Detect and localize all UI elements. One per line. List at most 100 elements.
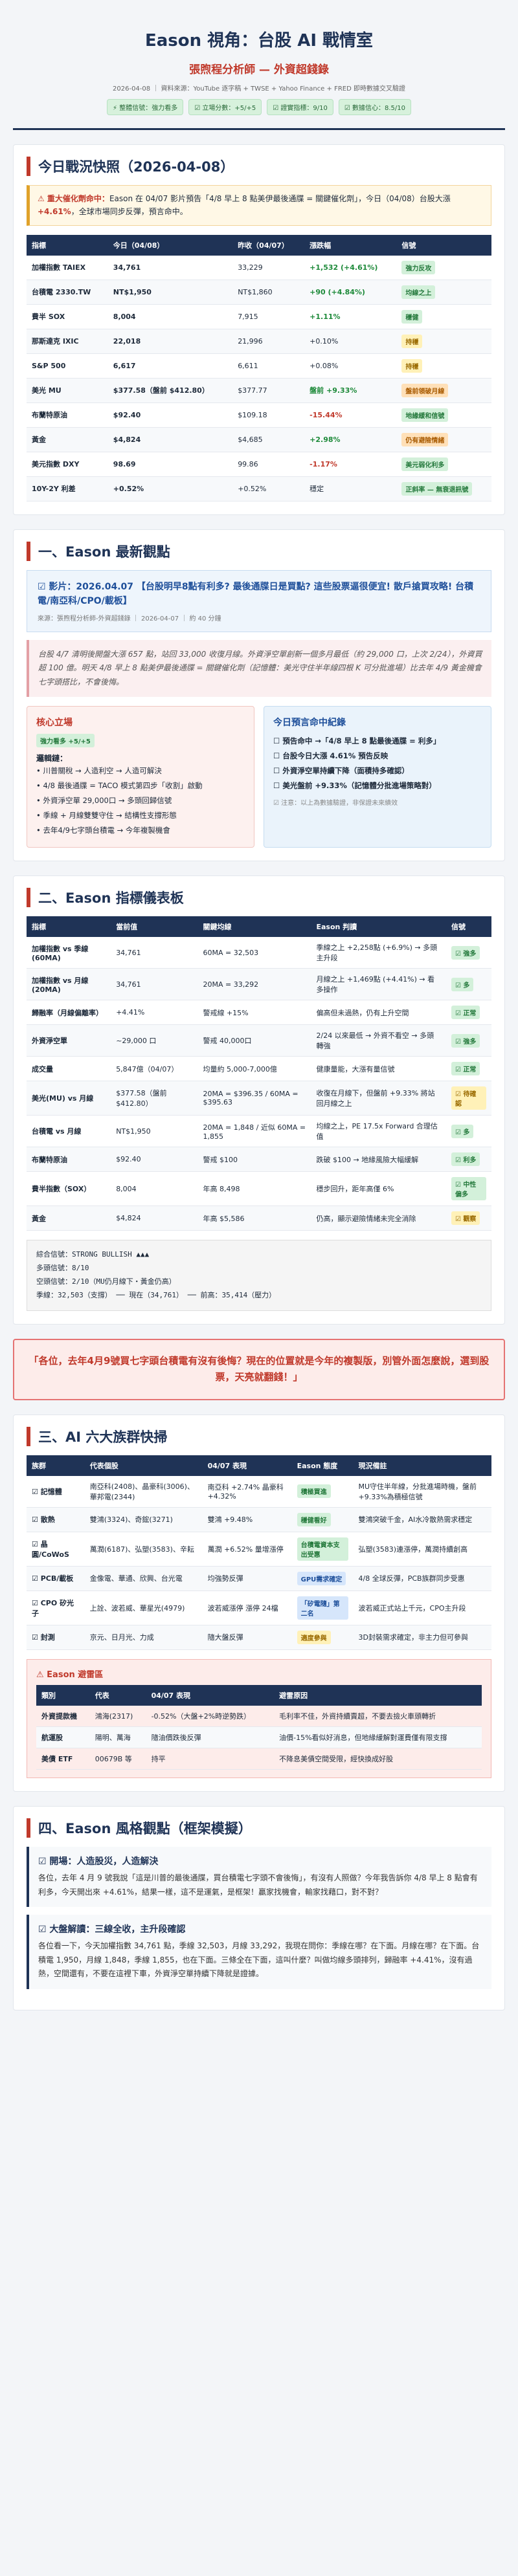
snapshot-section: 今日戰況快照（2026-04-08） ⚠ 重大催化劑命中：Eason 在 04/… xyxy=(13,144,505,515)
logic-item: 川普關稅 → 人造利空 → 人造可解決 xyxy=(36,764,245,778)
prev-value: +0.52% xyxy=(232,476,305,501)
logic-chain-list: 川普關稅 → 人造利空 → 人造可解決4/8 最後通牒 = TACO 模式第四步… xyxy=(36,764,245,838)
key-ma: 20MA = $396.35 / 60MA = $395.63 xyxy=(197,1081,311,1116)
video-card[interactable]: ☑ 影片：2026.04.07 【台股明早8點有利多? 最後通牒日是買點? 這些… xyxy=(27,569,491,632)
signal-tag: ☑ 強多 xyxy=(451,945,480,960)
avoid-performance: -0.52%（大盤+2%時逆勢跌） xyxy=(146,1705,275,1727)
change-value: 盤前 +9.33% xyxy=(304,378,397,403)
table-row: 外資提款機 鴻海(2317) -0.52%（大盤+2%時逆勢跌） 毛利率不佳，外資持續… xyxy=(36,1705,482,1727)
performance: 波若威漲停 漲停 24檔 xyxy=(202,1591,292,1625)
signal-tag: ☑ 利多 xyxy=(451,1152,480,1167)
prediction-item: 台股今日大漲 4.61% 預告反映 xyxy=(273,749,482,764)
page-subtitle: 張煦程分析師 — 外資超錢錄 xyxy=(189,63,329,76)
signal-tag: ☑ 正常 xyxy=(451,1062,480,1076)
stance-badge: ☑ 立場分數：+5/+5 xyxy=(188,99,262,115)
views-section: 一、Eason 最新觀點 ☑ 影片：2026.04.07 【台股明早8點有利多?… xyxy=(13,529,505,862)
table-row: ☑ 記憶體 南亞科(2408)、晶豪科(3006)、華邦電(2344) 南亞科 +2… xyxy=(27,1475,491,1508)
table-row: 10Y-2Y 利差 +0.52% +0.52% 穩定 正斜率 — 無衰退訊號 xyxy=(27,476,491,501)
signal-tag: 強力反攻 xyxy=(401,260,436,274)
signal-cell: ☑ 正常 xyxy=(445,1000,491,1026)
signal-cell: 均線之上 xyxy=(396,280,491,305)
signal-cell: 美元弱化利多 xyxy=(396,452,491,477)
today-value: 22,018 xyxy=(107,329,233,354)
signal-cell: 正斜率 — 無衰退訊號 xyxy=(396,476,491,501)
table-row: 台積電 2330.TW NT$1,950 NT$1,860 +90 (+4.84%) 均… xyxy=(27,280,491,305)
indicator-name: 美元指數 DXY xyxy=(27,452,108,477)
column-header: 當前值 xyxy=(111,916,198,938)
eason-reading: 月線之上 +1,469點 (+4.41%) → 看多操作 xyxy=(311,968,446,1001)
indicator-name: 那斯達克 IXIC xyxy=(27,329,108,354)
page-title: Eason 視角：台股 AI 戰情室 xyxy=(144,31,374,50)
indicator-name: 10Y-2Y 利差 xyxy=(27,476,108,501)
today-value: NT$1,950 xyxy=(107,280,233,305)
indicator-name: 台積電 vs 月線 xyxy=(27,1115,111,1148)
video-title[interactable]: ☑ 影片：2026.04.07 【台股明早8點有利多? 最後通牒日是買點? 這些… xyxy=(38,580,480,609)
avoid-category: 航運股 xyxy=(36,1726,90,1748)
signal-line: 空頭信號：2/10（MU仍月線下・黃金仍高） xyxy=(36,1277,176,1286)
prev-value: 21,996 xyxy=(232,329,305,354)
representative-stocks: 京元、日月光、力成 xyxy=(84,1625,203,1650)
prev-value: $4,685 xyxy=(232,427,305,452)
signal-tag: ☑ 多 xyxy=(451,1124,474,1138)
indicator-name: 外資淨空單 xyxy=(27,1024,111,1057)
status-note: MU守住半年線，分批進場時機，盤前+9.33%為積極信號 xyxy=(353,1475,491,1508)
table-row: 黃金 $4,824 年高 $5,586 仍高，顯示避險情緒未完全消除 ☑ 觀察 xyxy=(27,1205,491,1231)
key-ma: 60MA = 32,503 xyxy=(197,937,311,969)
video-meta: 來源：張煦程分析師-外資超錢錄 ｜ 2026-04-07 ｜ 約 40 分鐘 xyxy=(38,615,221,622)
report-header: Eason 視角：台股 AI 戰情室 張煦程分析師 — 外資超錢錄 2026-0… xyxy=(13,9,505,130)
signal-tag: ☑ 強多 xyxy=(451,1033,480,1048)
change-value: +0.10% xyxy=(304,329,397,354)
indicator-name: 成交量 xyxy=(27,1056,111,1082)
column-header: 指標 xyxy=(27,234,108,256)
indicator-table: 指標 當前值 關鍵均線 Eason 判讀 信號 加權指數 vs 季線 (60MA) 34,… xyxy=(27,916,491,1231)
prev-value: 6,611 xyxy=(232,353,305,379)
change-value: +2.98% xyxy=(304,427,397,452)
signal-summary: 綜合信號：STRONG BULLISH ▲▲▲ 多頭信號：8/10 空頭信號：2/1… xyxy=(27,1240,491,1311)
signal-cell: ☑ 強多 xyxy=(445,1024,491,1057)
key-ma: 警戒線 +15% xyxy=(197,1000,311,1026)
column-header: 類別 xyxy=(36,1684,90,1706)
column-header: 指標 xyxy=(27,916,111,938)
current-value: $377.58（盤前 $412.80） xyxy=(111,1081,198,1116)
attitude-tag: 適度參與 xyxy=(297,1630,331,1644)
avoid-category: 外資提款機 xyxy=(36,1705,90,1727)
prev-value: 99.86 xyxy=(232,452,305,477)
signal-cell: ☑ 正常 xyxy=(445,1056,491,1082)
current-value: 8,004 xyxy=(111,1171,198,1207)
signal-cell: 盤前領破月線 xyxy=(396,378,491,403)
table-row: 歸融率（月線偏離率） +4.41% 警戒線 +15% 偏高但未過熱，仍有上升空間 ☑ 正… xyxy=(27,1000,491,1026)
avoid-reason: 油價-15%看似好消息，但地緣緩解對運費僅有限支撐 xyxy=(274,1726,482,1748)
column-header: 信號 xyxy=(396,234,491,256)
signal-cell: ☑ 待確認 xyxy=(445,1081,491,1116)
sector-name: ☑ PCB/載板 xyxy=(27,1566,85,1591)
column-header: 代表 xyxy=(89,1684,146,1706)
indicator-name: 加權指數 vs 月線 (20MA) xyxy=(27,968,111,1001)
alert-text: Eason 在 04/07 影片預告「4/8 早上 8 點美伊最後通牒 = 關鍵… xyxy=(109,194,451,203)
today-value: 6,617 xyxy=(107,353,233,379)
signal-tag: 均線之上 xyxy=(401,285,436,299)
signal-tag: ☑ 中性偏多 xyxy=(451,1177,486,1201)
table-row: 費半指數（SOX） 8,004 年高 8,498 穩步回升，距年高僅 6% ☑ 中性偏多 xyxy=(27,1171,491,1207)
performance: 均強勢反彈 xyxy=(202,1566,292,1591)
attitude-tag: 積極買進 xyxy=(297,1484,331,1499)
logic-chain-label: 邏輯鏈： xyxy=(36,754,68,764)
indicator-name: 台積電 2330.TW xyxy=(27,280,108,305)
prev-value: NT$1,860 xyxy=(232,280,305,305)
key-ma: 均量約 5,000-7,000億 xyxy=(197,1056,311,1082)
card-title: ☑ 大盤解讀：三線全收，主升段確認 xyxy=(38,1924,186,1935)
signal-cell: ☑ 強多 xyxy=(445,937,491,969)
attitude-cell: 台積電資本支出受惠 xyxy=(291,1532,354,1567)
status-note: 弘塑(3583)連漲停，萬潤持續創高 xyxy=(353,1532,491,1567)
attitude-tag: 穩健看好 xyxy=(297,1512,331,1526)
signal-cell: 持穩 xyxy=(396,329,491,354)
attitude-tag: 「矽電隨」第二名 xyxy=(297,1596,348,1620)
today-value: $92.40 xyxy=(107,402,233,428)
avoid-table: 類別 代表 04/07 表現 避雷原因 外資提款機 鴻海(2317) -0.52%（大盤+… xyxy=(36,1684,482,1770)
column-header: 04/07 表現 xyxy=(202,1455,292,1476)
status-note: 波若威正式站上千元，CPO主升段 xyxy=(353,1591,491,1625)
snapshot-table: 指標 今日（04/08） 昨收（04/07） 漲跌幅 信號 加權指數 TAIEX 34,7… xyxy=(27,234,491,501)
key-ma: 年高 8,498 xyxy=(197,1171,311,1207)
key-ma: 20MA = 1,848 / 近似 60MA = 1,855 xyxy=(197,1115,311,1148)
today-value: $4,824 xyxy=(107,427,233,452)
table-row: 美光 MU $377.58（盤前 $412.80） $377.77 盤前 +9.33%… xyxy=(27,378,491,403)
